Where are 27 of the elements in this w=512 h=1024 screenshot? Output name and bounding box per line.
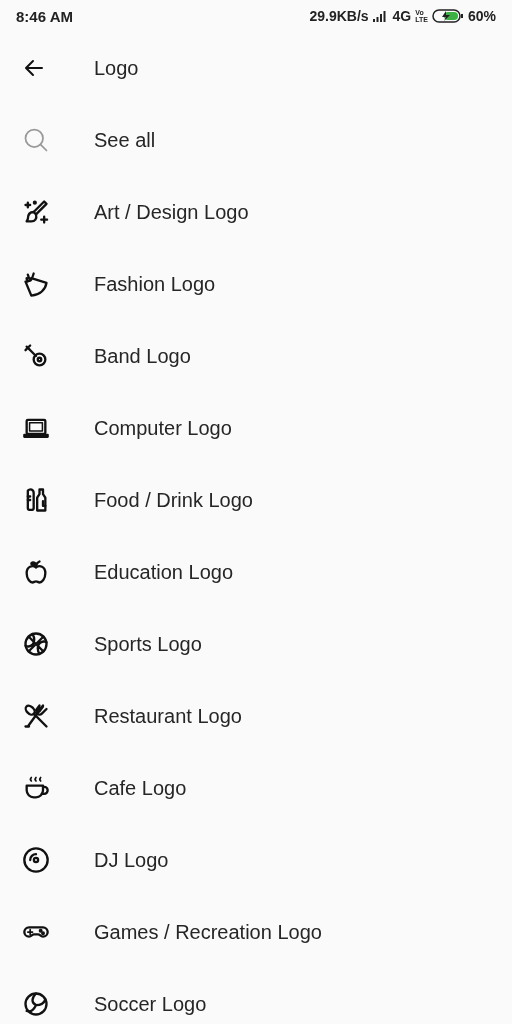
page-title: Logo: [94, 56, 139, 80]
category-item[interactable]: Food / Drink Logo: [94, 488, 253, 512]
category-item[interactable]: Games / Recreation Logo: [94, 920, 322, 944]
category-item[interactable]: Restaurant Logo: [94, 704, 242, 728]
signal-icon: [372, 10, 389, 22]
category-item[interactable]: Sports Logo: [94, 632, 202, 656]
clock-time: 8:46 AM: [16, 7, 73, 25]
search-icon: [22, 126, 50, 154]
fork-spoon-icon: [22, 702, 50, 730]
category-item[interactable]: DJ Logo: [94, 848, 169, 872]
battery-charging-icon: [431, 8, 464, 24]
paintbrush-icon: [22, 198, 50, 226]
category-item[interactable]: Art / Design Logo: [94, 200, 249, 224]
dress-icon: [22, 270, 50, 298]
category-item[interactable]: Band Logo: [94, 344, 191, 368]
category-item[interactable]: Fashion Logo: [94, 272, 216, 296]
network-speed: 29.9KB/s: [309, 8, 369, 24]
vinyl-disc-icon: [22, 846, 50, 874]
volleyball-icon: [22, 990, 50, 1018]
category-item[interactable]: See all: [94, 128, 156, 152]
basketball-icon: [22, 630, 50, 658]
battery-level: 60%: [467, 8, 496, 24]
category-item[interactable]: Education Logo: [94, 560, 233, 584]
network-type: 4G: [392, 8, 412, 24]
category-item[interactable]: Soccer Logo: [94, 992, 207, 1016]
category-item[interactable]: Computer Logo: [94, 416, 232, 440]
category-item[interactable]: Cafe Logo: [94, 776, 187, 800]
